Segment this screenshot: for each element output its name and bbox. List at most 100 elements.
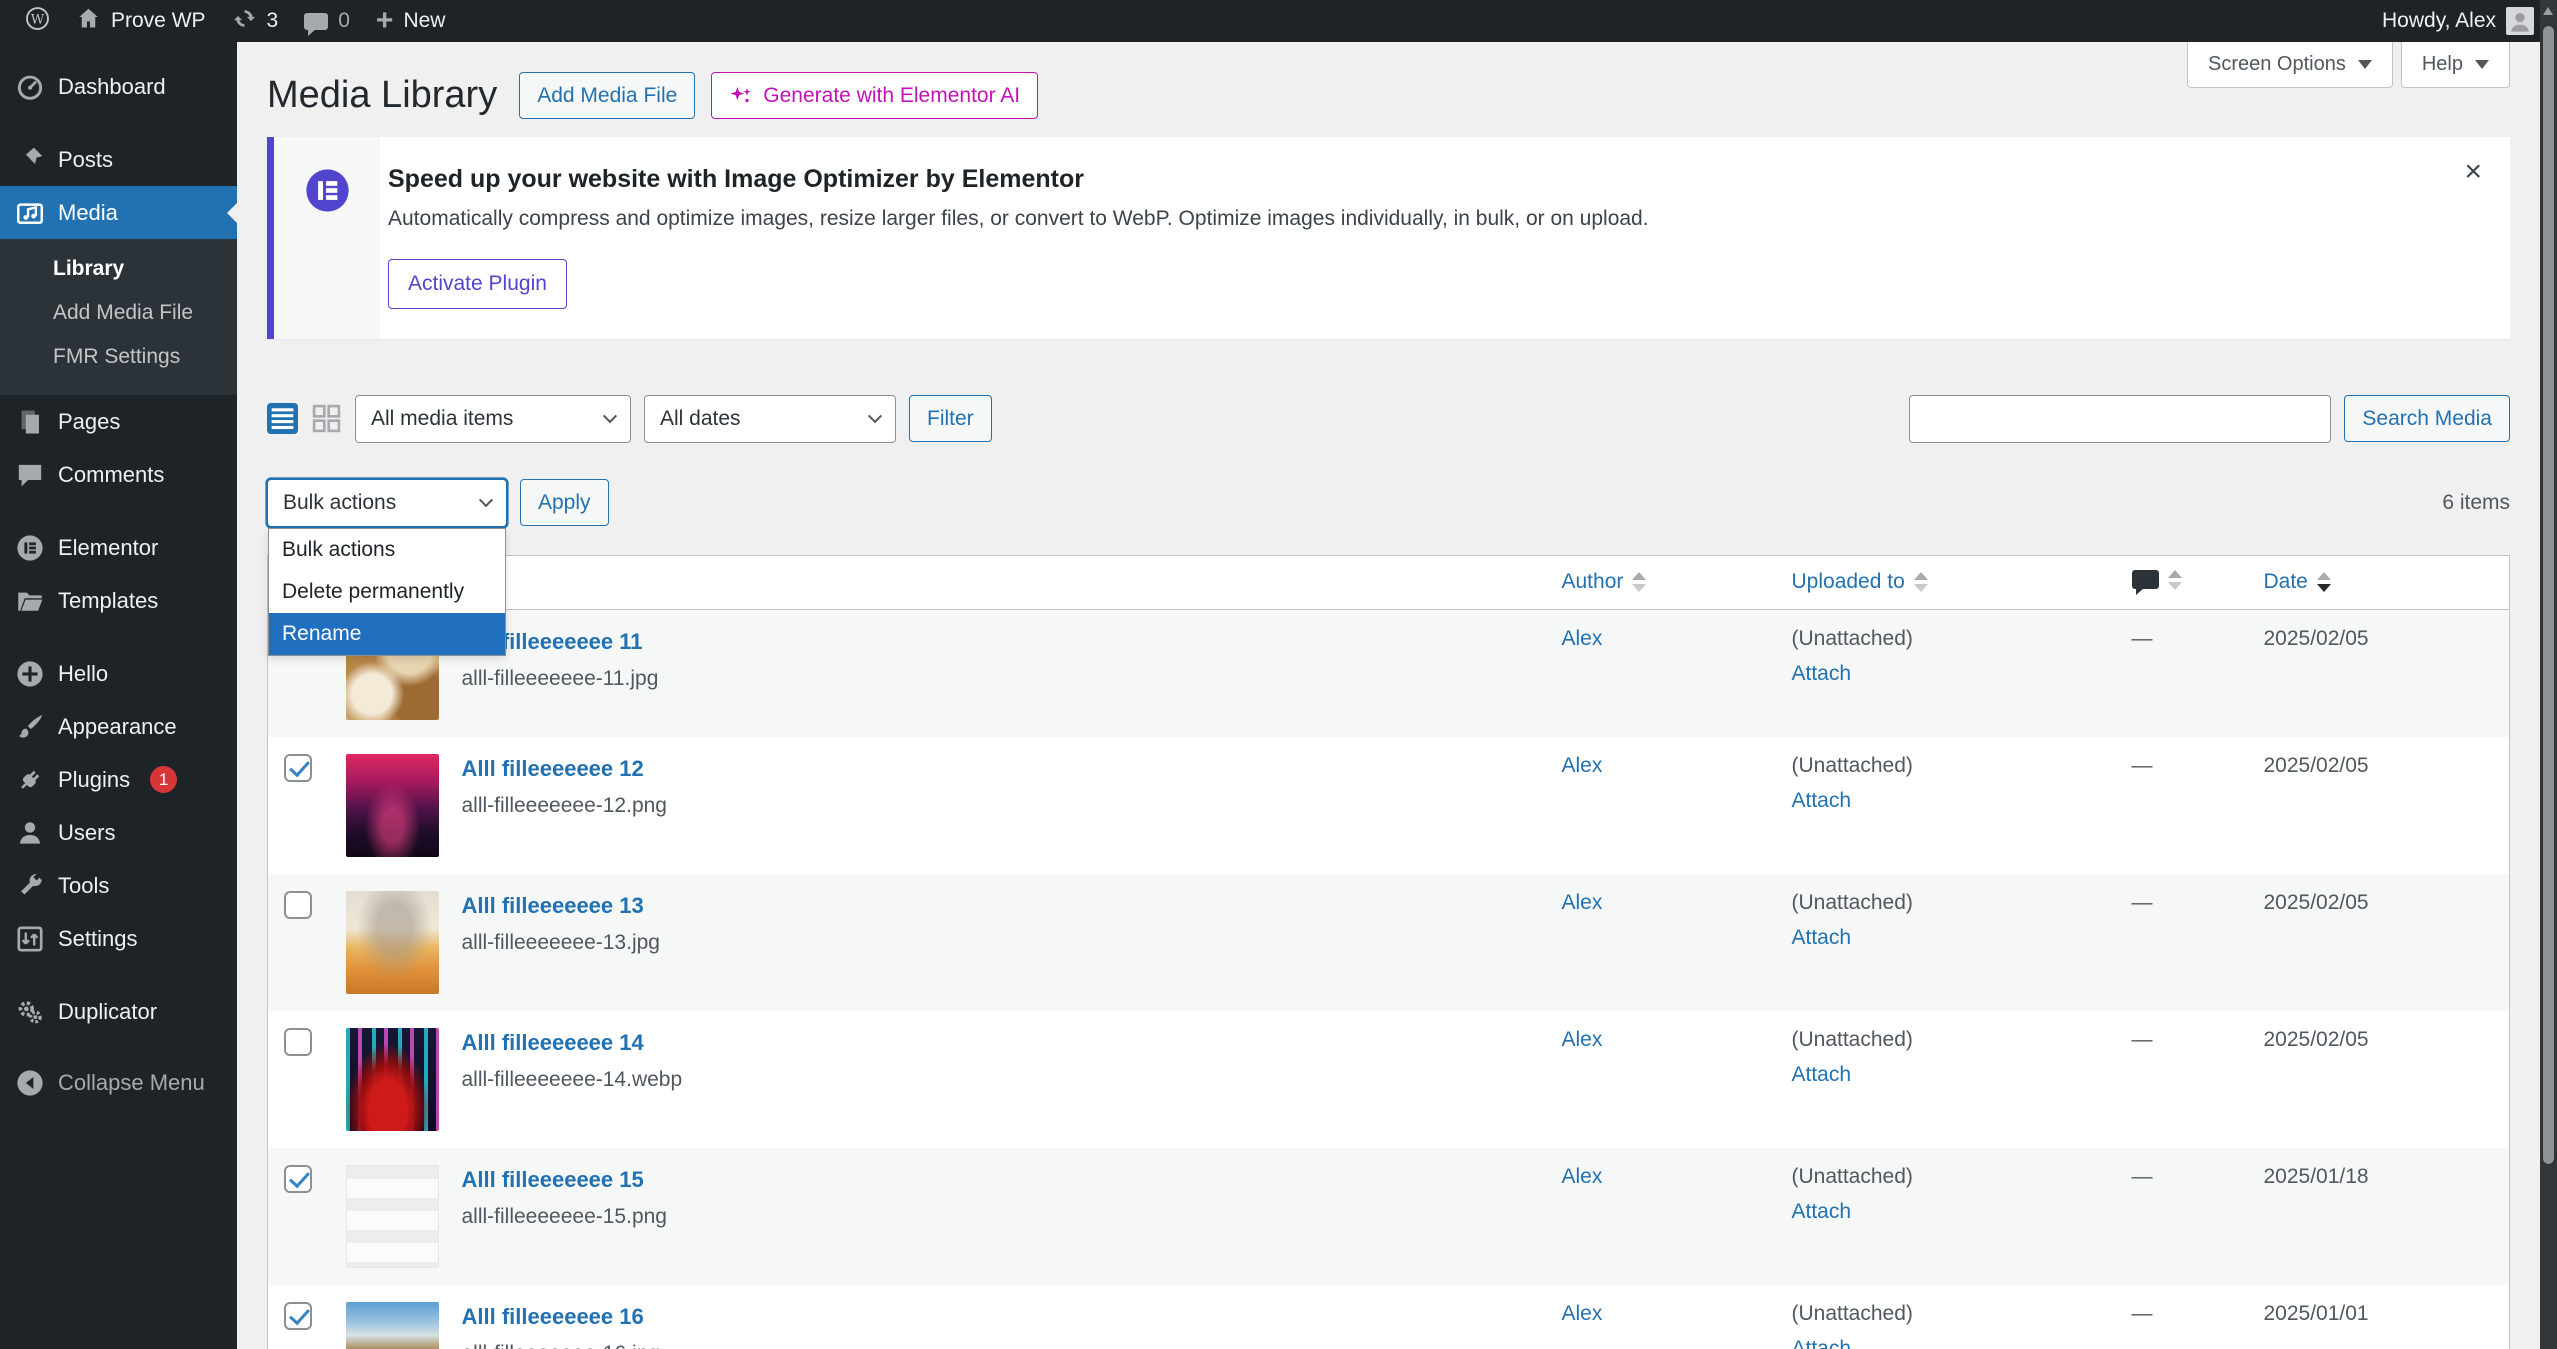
admin-sidebar: Dashboard PostsMedia LibraryAdd Media File… [0, 42, 237, 1349]
author-link[interactable]: Alex [1562, 1165, 1603, 1188]
uploaded-status: (Unattached) [1792, 627, 2100, 651]
attach-link[interactable]: Attach [1792, 789, 1852, 813]
row-checkbox[interactable] [284, 754, 312, 782]
sidebar-item-hello[interactable]: Hello [0, 647, 237, 700]
row-checkbox[interactable] [284, 1165, 312, 1193]
author-link[interactable]: Alex [1562, 1028, 1603, 1051]
media-thumbnail[interactable] [346, 754, 439, 857]
media-row: Alll filleeeeeee 13alll-filleeeeeee-13.j… [268, 874, 2510, 1011]
search-media-button[interactable]: Search Media [2344, 395, 2510, 442]
media-title-link[interactable]: Alll filleeeeeee 16 [462, 1304, 644, 1330]
bulk-option-rename[interactable]: Rename [269, 613, 505, 655]
filter-button[interactable]: Filter [909, 395, 992, 442]
sidebar-item-plugins[interactable]: Plugins1 [0, 753, 237, 806]
row-checkbox[interactable] [284, 1028, 312, 1056]
media-type-filter-select[interactable]: All media items [355, 395, 631, 443]
sidebar-item-comments[interactable]: Comments [0, 448, 237, 501]
comments-column-header[interactable] [2116, 555, 2248, 610]
sidebar-item-templates[interactable]: Templates [0, 574, 237, 627]
media-title-link[interactable]: Alll filleeeeeee 13 [462, 893, 644, 919]
uploaded-status: (Unattached) [1792, 1165, 2100, 1189]
apply-button[interactable]: Apply [520, 479, 609, 526]
scrollbar-thumb[interactable] [2542, 25, 2555, 1165]
comments-indicator[interactable]: 0 [291, 0, 363, 42]
attach-link[interactable]: Attach [1792, 1337, 1852, 1349]
author-link[interactable]: Alex [1562, 754, 1603, 777]
screen-options-tab[interactable]: Screen Options [2187, 42, 2393, 88]
sidebar-item-users[interactable]: Users [0, 806, 237, 859]
wp-logo-menu[interactable]: W [12, 0, 63, 42]
media-thumbnail[interactable] [346, 1028, 439, 1131]
author-link[interactable]: Alex [1562, 891, 1603, 914]
media-thumbnail[interactable] [346, 1302, 439, 1349]
search-input[interactable] [1909, 395, 2331, 443]
bulk-actions-select[interactable]: Bulk actions Bulk actionsDelete permanen… [267, 479, 507, 527]
admin-bar: W Prove WP 3 0 New Howdy, Alex [0, 0, 2557, 42]
media-filename: alll-filleeeeeee-11.jpg [462, 667, 659, 691]
author-column-header[interactable]: Author [1546, 555, 1776, 610]
sidebar-subitem-add-media-file[interactable]: Add Media File [0, 291, 237, 335]
media-table: Author Uploaded to Date Alll filleeeeeee… [267, 555, 2510, 1349]
sidebar-subitem-fmr-settings[interactable]: FMR Settings [0, 335, 237, 379]
sidebar-item-pages[interactable]: Pages [0, 395, 237, 448]
media-thumbnail[interactable] [346, 1165, 439, 1268]
sidebar-item-media[interactable]: Media [0, 186, 237, 239]
media-title-link[interactable]: Alll filleeeeeee 14 [462, 1030, 644, 1056]
sidebar-item-appearance[interactable]: Appearance [0, 700, 237, 753]
pages-icon [15, 407, 44, 436]
plugins-icon [15, 765, 44, 794]
attach-link[interactable]: Attach [1792, 1200, 1852, 1224]
sidebar-item-dashboard[interactable]: Dashboard [0, 60, 237, 113]
list-view-toggle[interactable] [267, 403, 298, 434]
collapse-icon [15, 1068, 44, 1097]
updates-indicator[interactable]: 3 [219, 0, 292, 42]
close-icon[interactable] [2464, 157, 2482, 187]
new-content-button[interactable]: New [363, 0, 459, 42]
sidebar-item-duplicator[interactable]: Duplicator [0, 985, 237, 1038]
collapse-menu-button[interactable]: Collapse Menu [0, 1056, 237, 1109]
browser-scrollbar[interactable] [2540, 0, 2557, 1349]
help-tab[interactable]: Help [2401, 42, 2510, 88]
grid-view-icon [311, 403, 342, 434]
my-account-menu[interactable]: Howdy, Alex [2369, 0, 2547, 42]
row-checkbox[interactable] [284, 891, 312, 919]
comments-icon [15, 460, 44, 489]
attach-link[interactable]: Attach [1792, 662, 1852, 686]
sidebar-item-tools[interactable]: Tools [0, 859, 237, 912]
uploaded-to-column-header[interactable]: Uploaded to [1776, 555, 2116, 610]
row-checkbox[interactable] [284, 1302, 312, 1330]
activate-plugin-button[interactable]: Activate Plugin [388, 259, 567, 308]
attach-link[interactable]: Attach [1792, 1063, 1852, 1087]
date-filter-select[interactable]: All dates [644, 395, 896, 443]
page-header: Media Library Add Media File Generate wi… [267, 42, 2510, 119]
comments-value: — [2132, 1165, 2153, 1188]
chevron-down-icon [2475, 60, 2489, 69]
sidebar-subitem-library[interactable]: Library [0, 247, 237, 291]
uploaded-status: (Unattached) [1792, 1302, 2100, 1326]
bulk-option-bulk-actions[interactable]: Bulk actions [269, 529, 505, 571]
media-title-link[interactable]: Alll filleeeeeee 15 [462, 1167, 644, 1193]
sidebar-item-elementor[interactable]: Elementor [0, 521, 237, 574]
author-link[interactable]: Alex [1562, 627, 1603, 650]
media-filename: alll-filleeeeeee-14.webp [462, 1068, 683, 1092]
sidebar-item-settings[interactable]: Settings [0, 912, 237, 965]
media-title-link[interactable]: Alll filleeeeeee 12 [462, 756, 644, 782]
sidebar-item-posts[interactable]: Posts [0, 133, 237, 186]
generate-elementor-ai-button[interactable]: Generate with Elementor AI [711, 72, 1038, 119]
site-name-link[interactable]: Prove WP [63, 0, 219, 42]
bulk-option-delete-permanently[interactable]: Delete permanently [269, 571, 505, 613]
sort-arrows-icon [2317, 572, 2331, 592]
plus-icon [376, 6, 394, 36]
media-thumbnail[interactable] [346, 891, 439, 994]
grid-view-toggle[interactable] [311, 403, 342, 434]
banner-description: Automatically compress and optimize imag… [388, 207, 1649, 231]
avatar [2506, 7, 2534, 35]
upload-date: 2025/02/05 [2264, 1028, 2369, 1051]
date-column-header[interactable]: Date [2248, 555, 2510, 610]
wordpress-logo-icon: W [25, 6, 50, 37]
add-media-file-button[interactable]: Add Media File [519, 72, 695, 119]
author-link[interactable]: Alex [1562, 1302, 1603, 1325]
upload-date: 2025/02/05 [2264, 754, 2369, 777]
scroll-up-arrow-icon[interactable] [2543, 7, 2553, 15]
attach-link[interactable]: Attach [1792, 926, 1852, 950]
